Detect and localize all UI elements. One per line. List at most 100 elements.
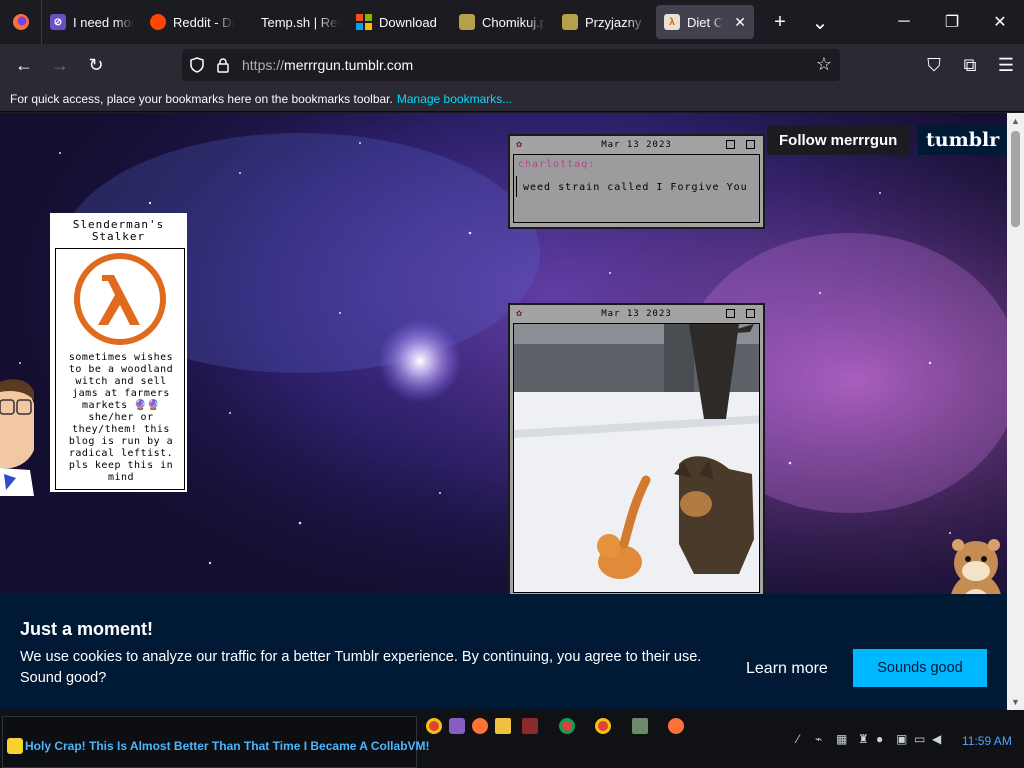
tab-label: Temp.sh | Retro	[261, 14, 340, 30]
post-text: ✿ Mar 13 2023 charlottaq: weed strain ca…	[508, 134, 765, 229]
lambda-avatar-icon[interactable]	[74, 253, 166, 345]
hamburger-icon: ☰	[997, 54, 1015, 75]
tray-app-icon[interactable]: ▣	[896, 732, 907, 746]
restore-icon: ❐	[944, 14, 960, 31]
scrollbar[interactable]: ▲ ▼	[1007, 113, 1024, 710]
lock-icon[interactable]	[216, 57, 230, 73]
tab-6[interactable]: Przyjazny d	[554, 0, 654, 44]
droplet-icon[interactable]: ●	[876, 732, 883, 746]
speaker-icon[interactable]: ◀	[932, 732, 941, 746]
reblog-icon[interactable]: ✿	[516, 139, 523, 150]
network-icon[interactable]: ⌁	[815, 732, 822, 746]
pocket-button[interactable]: ⛉	[916, 44, 952, 86]
minimize-icon: ─	[898, 13, 910, 30]
list-tabs-button[interactable]: ⌄	[800, 0, 840, 44]
cookie-title: Just a moment!	[20, 619, 154, 639]
lambda-icon: λ	[664, 14, 680, 30]
pocket-icon: ⛉	[927, 54, 941, 75]
file-explorer-icon[interactable]	[495, 718, 511, 734]
tab-2[interactable]: Reddit - Di	[142, 0, 245, 44]
tab-label: Diet Cok	[687, 14, 724, 30]
post-media[interactable]	[513, 323, 760, 593]
extensions-button[interactable]: ⧉	[952, 44, 988, 86]
tray-app-icon[interactable]: ♜	[858, 732, 869, 746]
web-page: Slenderman's Stalker sometimes wishes to…	[0, 113, 1007, 710]
minimize-button[interactable]: ─	[880, 0, 928, 44]
minimize-icon[interactable]	[726, 140, 735, 149]
new-tab-button[interactable]: +	[760, 0, 800, 44]
back-button[interactable]: ←	[6, 44, 42, 86]
tab-5[interactable]: Chomikuj.p	[451, 0, 554, 44]
tab-strip: ⊘ I need mor Reddit - Di Temp.sh | Retro…	[0, 0, 1024, 44]
tab-3[interactable]: Temp.sh | Retro	[245, 0, 348, 44]
nav-bar: ← → ↻ https://merrrgun.tumblr.com ☆ ⛉ ⧉ …	[0, 44, 1024, 86]
app-icon[interactable]	[632, 718, 648, 734]
firefox-view-button[interactable]	[0, 0, 42, 44]
plus-icon: +	[774, 10, 786, 33]
chomikuj-icon	[459, 14, 475, 30]
scroll-up-icon[interactable]: ▲	[1007, 113, 1024, 129]
maximize-icon[interactable]	[746, 309, 755, 318]
tab-4[interactable]: Download	[348, 0, 451, 44]
tab-label: Reddit - Di	[173, 14, 235, 30]
scrollbar-thumb[interactable]	[1011, 131, 1020, 227]
tab-1[interactable]: ⊘ I need mor	[42, 0, 142, 44]
chrome-icon[interactable]	[426, 718, 442, 734]
manage-bookmarks-link[interactable]: Manage bookmarks...	[397, 92, 512, 106]
reblog-icon[interactable]: ✿	[516, 308, 523, 319]
learn-more-link[interactable]: Learn more	[746, 660, 828, 678]
chrome-icon[interactable]	[559, 718, 575, 734]
arrow-left-icon: ←	[15, 54, 33, 75]
puzzle-icon: ⧉	[963, 54, 977, 75]
star-icon[interactable]: ☆	[816, 54, 832, 75]
url-text[interactable]: https://merrrgun.tumblr.com	[242, 57, 413, 73]
tab-label: Przyjazny d	[585, 14, 646, 30]
chrome-icon[interactable]	[595, 718, 611, 734]
post-author[interactable]: charlottaq:	[514, 155, 759, 170]
tray-chevron-icon[interactable]: ⁄	[797, 732, 799, 746]
chevron-down-icon: ⌄	[811, 11, 829, 34]
post-date: Mar 13 2023	[601, 140, 672, 150]
bookmarks-message: For quick access, place your bookmarks h…	[10, 91, 393, 106]
minimize-icon[interactable]	[726, 309, 735, 318]
tumblr-logo[interactable]: tumblr	[918, 125, 1007, 155]
reload-button[interactable]: ↻	[78, 44, 114, 86]
taskbar: Holy Crap! This Is Almost Better Than Th…	[0, 710, 1024, 768]
firefox-icon[interactable]	[472, 718, 488, 734]
address-bar[interactable]: https://merrrgun.tumblr.com ☆	[182, 49, 840, 81]
forward-button[interactable]: →	[42, 44, 78, 86]
marquee-text: Holy Crap! This Is Almost Better Than Th…	[25, 739, 430, 753]
tab-label: Download	[379, 14, 437, 30]
cartoon-character	[0, 379, 34, 496]
menu-button[interactable]: ☰	[988, 44, 1024, 86]
scroll-down-icon[interactable]: ▼	[1007, 694, 1024, 710]
tab-active[interactable]: λ Diet Cok ✕	[656, 5, 754, 39]
close-tab-icon[interactable]: ✕	[734, 14, 746, 31]
system-clock[interactable]: 11:59 AM	[962, 734, 1012, 748]
close-window-button[interactable]: ✕	[976, 0, 1024, 44]
app-icon[interactable]	[522, 718, 538, 734]
site-icon	[562, 14, 578, 30]
reddit-icon	[150, 14, 166, 30]
post-body: charlottaq: weed strain called I Forgive…	[513, 154, 760, 223]
accept-cookies-button[interactable]: Sounds good	[853, 649, 987, 687]
site-icon: ⊘	[50, 14, 66, 30]
reload-icon: ↻	[88, 54, 104, 75]
monitor-icon[interactable]: ▭	[914, 732, 925, 746]
tray-app-icon[interactable]: ▦	[836, 732, 847, 746]
restore-button[interactable]: ❐	[928, 0, 976, 44]
shield-icon[interactable]	[190, 57, 204, 73]
post-header: ✿ Mar 13 2023	[510, 136, 763, 154]
cookie-banner: Just a moment! We use cookies to analyze…	[0, 594, 1007, 710]
follow-button[interactable]: Follow merrrgun	[767, 125, 910, 155]
screen: ⊘ I need mor Reddit - Di Temp.sh | Retro…	[0, 0, 1024, 768]
post-video: ✿ Mar 13 2023	[508, 303, 765, 603]
firefox-icon	[12, 14, 29, 30]
snow-cat-dog-video[interactable]	[514, 324, 760, 593]
avatar-frame: sometimes wishes to be a woodland witch …	[55, 248, 185, 490]
maximize-icon[interactable]	[746, 140, 755, 149]
tab-label: Chomikuj.p	[482, 14, 546, 30]
firefox-icon[interactable]	[668, 718, 684, 734]
toolbar-right: ⛉ ⧉ ☰	[916, 44, 1024, 86]
visual-studio-icon[interactable]	[449, 718, 465, 734]
